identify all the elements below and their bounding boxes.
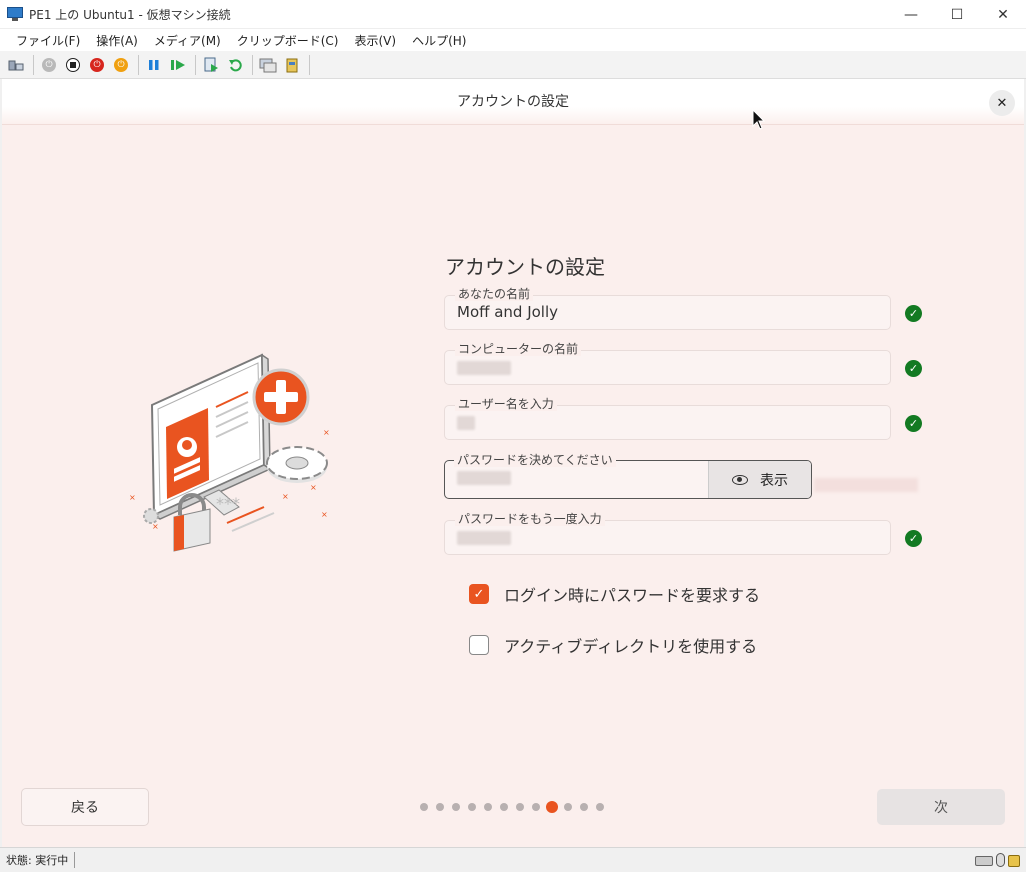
- step-dot: [500, 803, 508, 811]
- enhanced-session-icon[interactable]: [257, 54, 279, 76]
- redacted-username: [457, 416, 475, 430]
- minimize-button[interactable]: —: [888, 0, 934, 29]
- keyboard-icon: [975, 856, 993, 866]
- step-dot: [452, 803, 460, 811]
- menu-clipboard[interactable]: クリップボード(C): [229, 32, 347, 49]
- turn-off-icon[interactable]: [62, 54, 84, 76]
- menu-action[interactable]: 操作(A): [88, 32, 146, 49]
- svg-text:×: ×: [323, 428, 330, 437]
- name-value: Moff and Jolly: [457, 303, 559, 321]
- computer-name-label: コンピューターの名前: [455, 342, 582, 356]
- checkpoint-icon[interactable]: [200, 54, 222, 76]
- guest-display: アカウントの設定 ✕ *** × × × × × × アカウントの設定 あなたの…: [2, 79, 1024, 847]
- step-dot: [436, 803, 444, 811]
- menu-view[interactable]: 表示(V): [347, 32, 405, 49]
- menu-bar: ファイル(F) 操作(A) メディア(M) クリップボード(C) 表示(V) ヘ…: [0, 29, 1026, 51]
- step-dot-current: [546, 801, 558, 813]
- ctrl-alt-del-icon[interactable]: [5, 54, 27, 76]
- resume-icon[interactable]: [167, 54, 189, 76]
- mouse-cursor-icon: [752, 109, 766, 130]
- svg-text:×: ×: [282, 492, 289, 501]
- vm-status: 状態: 実行中: [6, 852, 76, 868]
- window-titlebar: PE1 上の Ubuntu1 - 仮想マシン接続 — ☐ ✕: [0, 0, 1026, 29]
- active-directory-label: アクティブディレクトリを使用する: [504, 637, 758, 656]
- eye-icon: [732, 474, 748, 485]
- username-valid-check-icon: ✓: [905, 415, 922, 432]
- window-title: PE1 上の Ubuntu1 - 仮想マシン接続: [29, 7, 231, 22]
- step-dot: [516, 803, 524, 811]
- svg-text:×: ×: [129, 493, 136, 502]
- computer-name-field[interactable]: コンピューターの名前: [444, 342, 891, 385]
- redacted-confirm-password: [457, 531, 511, 545]
- step-dot: [532, 803, 540, 811]
- confirm-password-label: パスワードをもう一度入力: [455, 512, 605, 526]
- require-password-option[interactable]: ✓ ログイン時にパスワードを要求する: [469, 582, 760, 606]
- step-dot: [596, 803, 604, 811]
- step-dot: [564, 803, 572, 811]
- start-icon[interactable]: ⏻: [38, 54, 60, 76]
- name-valid-check-icon: ✓: [905, 305, 922, 322]
- step-dot: [420, 803, 428, 811]
- vm-connection-icon: [7, 7, 23, 21]
- svg-text:×: ×: [321, 510, 328, 519]
- step-dot: [468, 803, 476, 811]
- active-directory-option[interactable]: アクティブディレクトリを使用する: [469, 633, 757, 657]
- password-label: パスワードを決めてください: [454, 453, 616, 467]
- toolbar: ⏻ ⏻ ⏻: [0, 51, 1026, 79]
- require-password-checkbox[interactable]: ✓: [469, 584, 489, 604]
- step-dot: [484, 803, 492, 811]
- back-button[interactable]: 戻る: [21, 788, 149, 826]
- password-strength-indicator: [814, 478, 918, 492]
- require-password-label: ログイン時にパスワードを要求する: [504, 586, 761, 605]
- revert-icon[interactable]: [224, 54, 246, 76]
- maximize-button[interactable]: ☐: [934, 0, 980, 29]
- svg-text:×: ×: [310, 483, 317, 492]
- redacted-computer-name: [457, 361, 511, 375]
- menu-file[interactable]: ファイル(F): [8, 32, 88, 49]
- dialog-close-button[interactable]: ✕: [989, 90, 1015, 116]
- name-label: あなたの名前: [455, 287, 534, 301]
- next-button[interactable]: 次: [877, 789, 1005, 825]
- confirm-password-field[interactable]: パスワードをもう一度入力: [444, 512, 891, 555]
- mouse-icon: [996, 853, 1005, 867]
- username-label: ユーザー名を入力: [455, 397, 557, 411]
- share-icon[interactable]: [281, 54, 303, 76]
- show-password-button[interactable]: 表示: [708, 461, 811, 498]
- redacted-password: [457, 471, 511, 485]
- form-title: アカウントの設定: [445, 255, 605, 279]
- show-password-label: 表示: [760, 472, 788, 489]
- svg-text:***: ***: [216, 494, 240, 513]
- active-directory-checkbox[interactable]: [469, 635, 489, 655]
- status-bar: 状態: 実行中: [0, 847, 1026, 872]
- confirm-password-valid-check-icon: ✓: [905, 530, 922, 547]
- lock-icon: [1008, 855, 1020, 867]
- menu-help[interactable]: ヘルプ(H): [404, 32, 474, 49]
- account-security-illustration: *** × × × × × ×: [129, 353, 330, 552]
- username-field[interactable]: ユーザー名を入力: [444, 397, 891, 440]
- dialog-title: アカウントの設定: [457, 93, 569, 110]
- svg-text:×: ×: [152, 522, 159, 531]
- step-indicator: [420, 801, 612, 813]
- power-icon[interactable]: ⏻: [110, 54, 132, 76]
- close-window-button[interactable]: ✕: [980, 0, 1026, 29]
- pause-icon[interactable]: [143, 54, 165, 76]
- name-field[interactable]: あなたの名前 Moff and Jolly: [444, 287, 891, 330]
- menu-media[interactable]: メディア(M): [146, 32, 229, 49]
- shutdown-icon[interactable]: ⏻: [86, 54, 108, 76]
- computer-name-valid-check-icon: ✓: [905, 360, 922, 377]
- step-dot: [580, 803, 588, 811]
- dialog-header: アカウントの設定 ✕: [2, 79, 1024, 125]
